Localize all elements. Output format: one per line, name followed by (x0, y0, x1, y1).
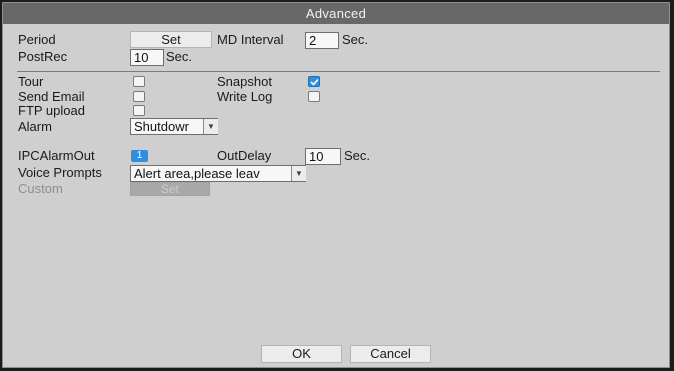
ftp-upload-checkbox[interactable] (133, 105, 145, 116)
chevron-down-icon[interactable]: ▼ (203, 119, 218, 134)
snapshot-checkbox[interactable] (308, 76, 320, 87)
alarm-select[interactable]: Shutdowr ▼ (130, 118, 218, 135)
md-interval-label: MD Interval (217, 32, 284, 47)
custom-label: Custom (18, 181, 63, 196)
postrec-label: PostRec (18, 49, 68, 64)
out-delay-label: OutDelay (217, 148, 272, 163)
postrec-unit: Sec. (166, 49, 193, 64)
period-set-button[interactable]: Set (130, 31, 212, 48)
md-interval-unit: Sec. (342, 32, 369, 47)
postrec-input[interactable]: 10 (130, 49, 164, 66)
md-interval-input[interactable]: 2 (305, 32, 339, 49)
dialog-title: Advanced (3, 3, 669, 24)
period-label: Period (18, 32, 56, 47)
section-divider (17, 71, 660, 72)
cancel-button[interactable]: Cancel (350, 345, 431, 363)
alarm-select-value: Shutdowr (134, 119, 189, 134)
chevron-down-icon[interactable]: ▼ (291, 166, 306, 181)
voice-prompts-label: Voice Prompts (18, 165, 102, 180)
ipc-alarm-out-channel[interactable]: 1 (131, 150, 148, 162)
custom-set-button[interactable]: Set (130, 182, 210, 196)
snapshot-label: Snapshot (217, 74, 272, 89)
alarm-label: Alarm (18, 119, 52, 134)
out-delay-input[interactable]: 10 (305, 148, 341, 165)
voice-prompts-select[interactable]: Alert area,please leav ▼ (130, 165, 306, 182)
tour-checkbox[interactable] (133, 76, 145, 87)
advanced-dialog: Advanced Period Set MD Interval 2 Sec. P… (2, 2, 670, 368)
write-log-label: Write Log (217, 89, 273, 104)
write-log-checkbox[interactable] (308, 91, 320, 102)
ok-button[interactable]: OK (261, 345, 342, 363)
checkmark-icon (310, 78, 319, 86)
out-delay-unit: Sec. (344, 148, 371, 163)
ftp-upload-label: FTP upload (18, 103, 85, 118)
tour-label: Tour (18, 74, 44, 89)
send-email-checkbox[interactable] (133, 91, 145, 102)
ipc-alarm-out-label: IPCAlarmOut (18, 148, 95, 163)
voice-prompts-value: Alert area,please leav (134, 166, 260, 181)
